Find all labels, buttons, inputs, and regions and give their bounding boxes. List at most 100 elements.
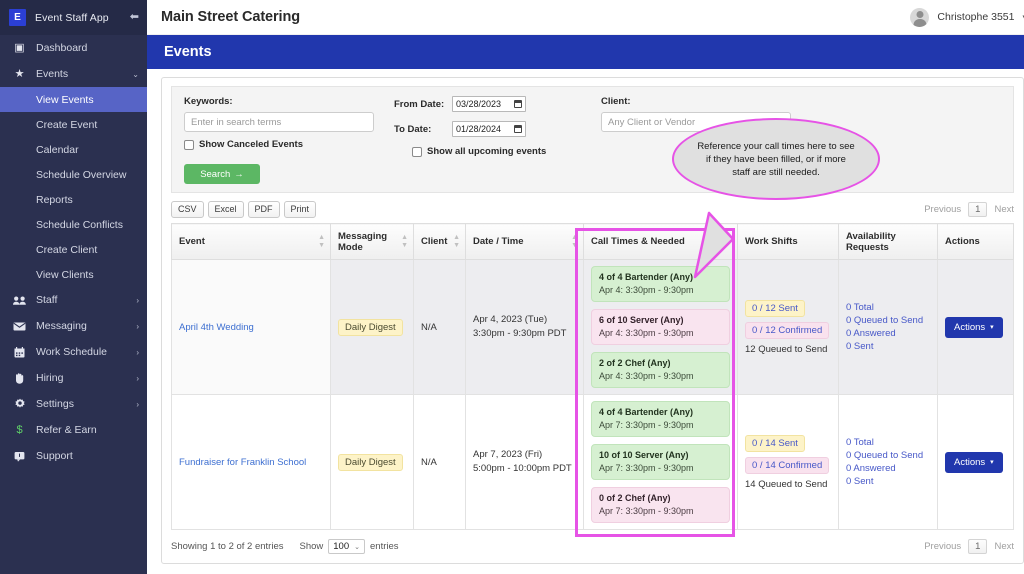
show-upcoming-events-checkbox-row[interactable]: Show all upcoming events [412,146,601,157]
cell-client: N/A [413,259,466,395]
column-header-actions: Actions [937,223,1014,260]
content-area: Keywords: Enter in search terms Show Can… [147,69,1024,574]
cell-actions: Actions ▾ [937,259,1014,395]
calendar-icon[interactable] [514,100,522,108]
call-time-badge[interactable]: 4 of 4 Bartender (Any) Apr 7: 3:30pm - 9… [591,401,730,437]
sidebar-item-refer-and-earn[interactable]: $ Refer & Earn [0,417,147,443]
pagination-bottom: Previous 1 Next [924,539,1014,554]
call-time-badge[interactable]: 0 of 2 Chef (Any) Apr 7: 3:30pm - 9:30pm [591,487,730,523]
filter-panel: Keywords: Enter in search terms Show Can… [171,86,1014,193]
actions-button[interactable]: Actions ▾ [945,316,1003,338]
from-date-field[interactable]: 03/28/2023 [452,96,526,112]
events-table: Event ▲ ▼ Messaging Mode ▲ ▼ Client ▲ ▼ Date /… [171,223,1014,530]
calendar-icon[interactable] [514,125,522,133]
export-excel-button[interactable]: Excel [207,200,244,218]
sidebar-item-label: Settings [36,398,74,410]
sidebar-item-create-event[interactable]: Create Event [0,112,147,137]
previous-page-button[interactable]: Previous [924,204,961,215]
actions-button[interactable]: Actions ▾ [945,451,1003,473]
next-page-button[interactable]: Next [994,204,1014,215]
sidebar-item-calendar[interactable]: Calendar [0,137,147,162]
user-avatar-icon [910,7,930,27]
sidebar-subitem-label: Schedule Conflicts [36,218,123,231]
page-number-button[interactable]: 1 [968,539,988,554]
event-date: Apr 7, 2023 (Fri) [473,449,543,460]
messaging-mode-badge: Daily Digest [338,318,403,336]
user-menu[interactable]: Christophe 3551 ▾ [910,7,1024,27]
column-header-client[interactable]: Client ▲ ▼ [413,223,466,260]
messaging-mode-badge: Daily Digest [338,453,403,471]
availability-sent: 0 Sent [846,476,874,487]
export-csv-button[interactable]: CSV [171,200,204,218]
sidebar-item-view-events[interactable]: View Events [0,87,147,112]
table-row: April 4th Wedding Daily Digest N/A Apr 4… [171,259,1014,395]
sidebar-subitem-label: Reports [36,193,73,206]
previous-page-button[interactable]: Previous [924,541,961,552]
search-button[interactable]: Search → [184,164,260,184]
call-time-badge[interactable]: 2 of 2 Chef (Any) Apr 4: 3:30pm - 9:30pm [591,352,730,388]
top-bar: Main Street Catering Christophe 3551 ▾ [147,0,1024,35]
entries-select[interactable]: 100 ⌄ [328,539,365,554]
sidebar-item-staff[interactable]: Staff › [0,287,147,313]
column-label: Event [179,236,205,247]
sidebar-item-messaging[interactable]: Messaging › [0,313,147,339]
show-label: Show [299,541,324,552]
chevron-right-icon: › [136,373,139,383]
event-link[interactable]: April 4th Wedding [179,322,254,333]
sidebar-item-view-clients[interactable]: View Clients [0,262,147,287]
print-button[interactable]: Print [283,200,317,218]
availability-sent: 0 Sent [846,341,874,352]
page-number-button[interactable]: 1 [968,201,988,217]
sidebar-item-label: Hiring [36,372,64,384]
call-time-badge[interactable]: 6 of 10 Server (Any) Apr 4: 3:30pm - 9:3… [591,309,730,345]
client-value: N/A [421,456,437,468]
callout-bubble: Reference your call times here to see if… [672,118,880,200]
call-time-title: 4 of 4 Bartender (Any) [599,407,694,417]
checkbox-icon[interactable] [184,139,194,150]
call-time-when: Apr 7: 3:30pm - 9:30pm [599,506,694,516]
to-date-field[interactable]: 01/28/2024 [452,121,526,137]
sidebar-brand[interactable]: E Event Staff App ⬅ [0,0,147,35]
column-header-date-time[interactable]: Date / Time ▲ ▼ [465,223,584,260]
work-shifts-queued-label: 12 Queued to Send [745,343,828,355]
column-label: Actions [945,236,980,247]
column-label: Messaging Mode [338,230,388,253]
collapse-sidebar-icon[interactable]: ⬅ [130,12,139,23]
sidebar-item-support[interactable]: Support [0,443,147,469]
client-label: Client: [601,96,631,107]
chevron-right-icon: › [136,399,139,409]
sidebar-item-reports[interactable]: Reports [0,187,147,212]
pagination-top: Previous 1 Next [924,201,1014,217]
call-time-title: 6 of 10 Server (Any) [599,315,684,325]
call-time-badge[interactable]: 10 of 10 Server (Any) Apr 7: 3:30pm - 9:… [591,444,730,480]
sidebar-item-schedule-overview[interactable]: Schedule Overview [0,162,147,187]
work-shifts-confirmed-badge: 0 / 12 Confirmed [745,321,830,339]
sidebar-item-label: Staff [36,294,58,306]
next-page-button[interactable]: Next [994,541,1014,552]
table-footer: Showing 1 to 2 of 2 entries Show 100 ⌄ e… [171,539,1014,554]
call-time-when: Apr 7: 3:30pm - 9:30pm [599,463,694,473]
sidebar-item-events[interactable]: ★ Events ⌄ [0,61,147,87]
checkbox-icon[interactable] [412,146,422,157]
sidebar-item-schedule-conflicts[interactable]: Schedule Conflicts [0,212,147,237]
sidebar-item-label: Events [36,68,69,80]
event-date: Apr 4, 2023 (Tue) [473,314,548,325]
column-header-messaging-mode[interactable]: Messaging Mode ▲ ▼ [330,223,414,260]
from-date-row: From Date: 03/28/2023 [394,96,601,112]
event-link[interactable]: Fundraiser for Franklin School [179,457,306,468]
show-canceled-events-checkbox-row[interactable]: Show Canceled Events [184,139,394,150]
sidebar-item-dashboard[interactable]: ▣ Dashboard [0,35,147,61]
sidebar-item-settings[interactable]: Settings › [0,391,147,417]
event-time: 3:30pm - 9:30pm PDT [473,328,567,339]
actions-button-label: Actions [954,321,986,333]
column-header-availability-requests[interactable]: Availability Requests [838,223,938,260]
sidebar-item-label: Dashboard [36,42,88,54]
column-header-event[interactable]: Event ▲ ▼ [171,223,331,260]
search-input[interactable]: Enter in search terms [184,112,374,132]
cell-actions: Actions ▾ [937,394,1014,530]
export-pdf-button[interactable]: PDF [247,200,280,218]
sidebar-item-create-client[interactable]: Create Client [0,237,147,262]
sidebar-item-label: Refer & Earn [36,424,97,436]
sidebar-item-work-schedule[interactable]: Work Schedule › [0,339,147,365]
sidebar-item-hiring[interactable]: Hiring › [0,365,147,391]
